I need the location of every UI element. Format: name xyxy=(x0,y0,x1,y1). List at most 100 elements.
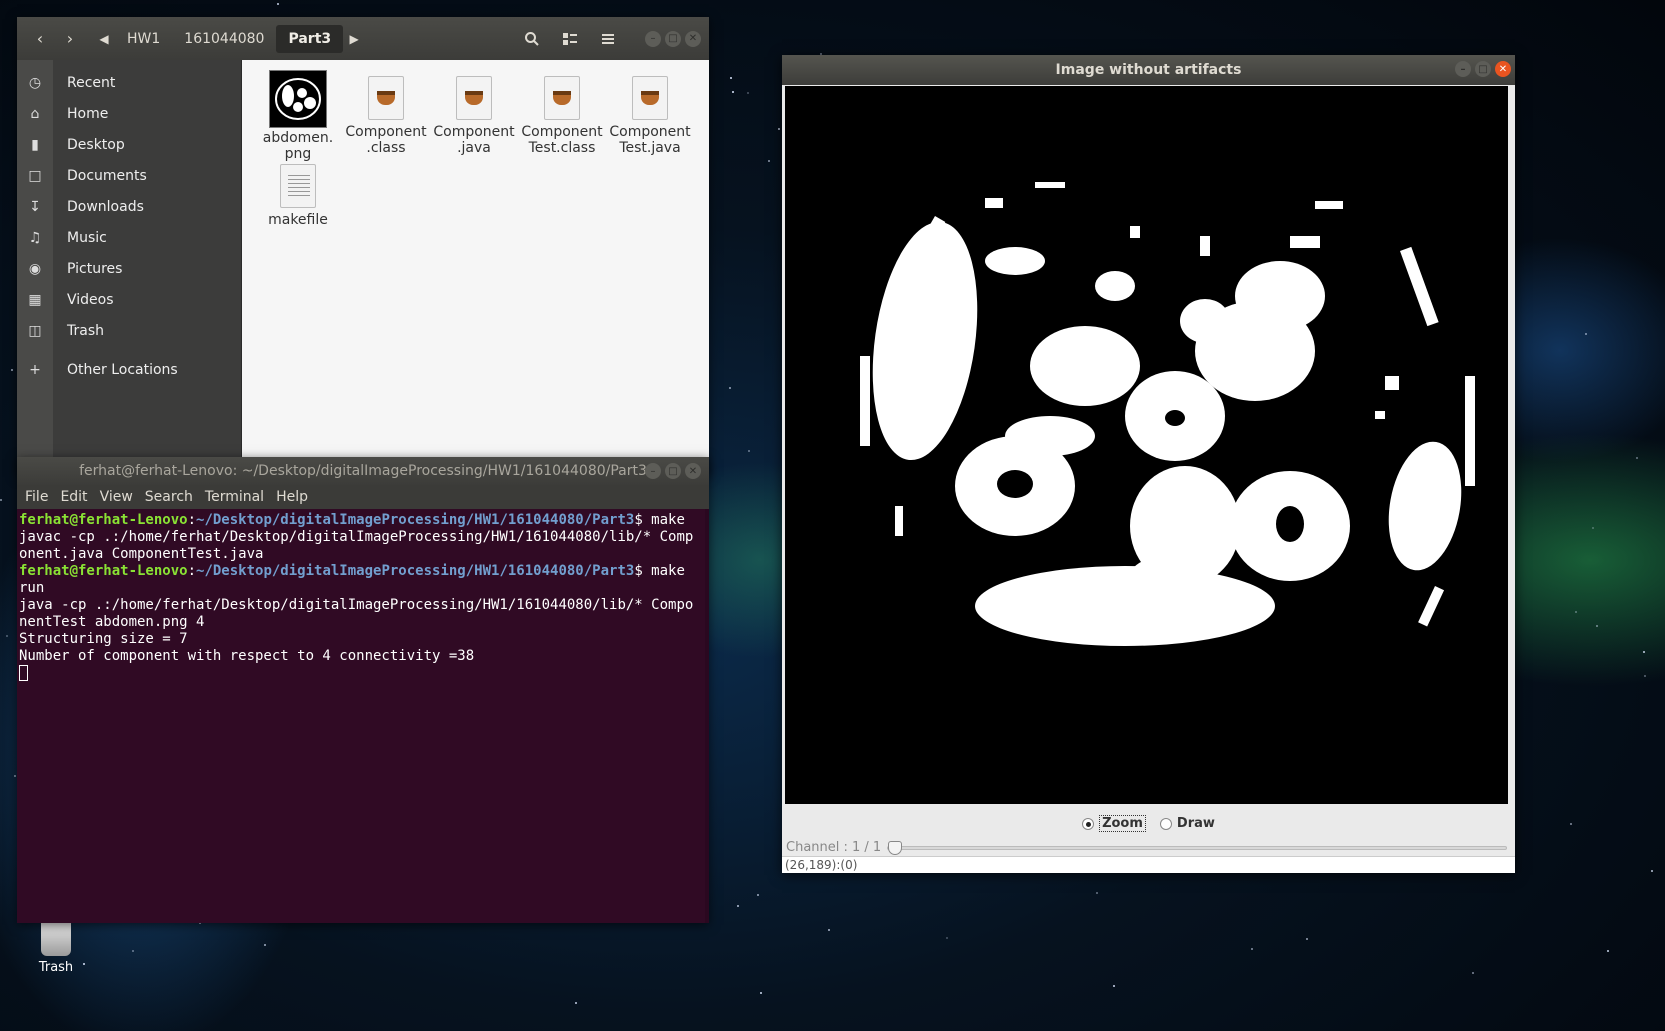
window-controls: – □ ✕ xyxy=(645,30,701,47)
star xyxy=(1636,457,1638,459)
status-bar: (26,189):(0) xyxy=(782,856,1515,873)
plus-icon: + xyxy=(29,361,41,378)
star xyxy=(760,992,762,994)
java-file-icon xyxy=(368,76,404,120)
star xyxy=(1575,611,1577,613)
sidebar-item-documents[interactable]: □ Documents xyxy=(17,160,241,191)
sidebar-item-pictures[interactable]: ◉ Pictures xyxy=(17,253,241,284)
forward-button[interactable]: › xyxy=(55,24,85,54)
star xyxy=(1643,651,1645,653)
file-item-component-java[interactable]: Component .java xyxy=(430,70,518,158)
text-file-icon xyxy=(280,164,316,208)
star xyxy=(1585,333,1587,335)
maximize-button[interactable]: □ xyxy=(665,30,681,47)
breadcrumb-left-arrow[interactable]: ◀ xyxy=(93,32,115,46)
file-manager-headerbar: ‹ › ◀ HW1 161044080 Part3 ▶ – □ ✕ xyxy=(17,17,709,60)
prompt-path: ~/Desktop/digitalImageProcessing/HW1/161… xyxy=(196,563,635,579)
image-viewer-window: Image without artifacts – □ ✕ Zoom Draw … xyxy=(782,55,1515,873)
image-canvas[interactable] xyxy=(785,86,1508,804)
list-view-icon xyxy=(563,32,577,45)
zoom-radio[interactable]: Zoom xyxy=(1082,815,1146,832)
command-output: run java -cp .:/home/ferhat/Desktop/digi… xyxy=(19,580,694,664)
star xyxy=(1651,870,1653,872)
view-toggle-button[interactable] xyxy=(555,24,585,54)
star xyxy=(1251,948,1253,950)
radio-selected-icon xyxy=(1082,817,1095,830)
java-file-icon xyxy=(456,76,492,120)
minimize-button[interactable]: – xyxy=(645,30,661,47)
file-item-makefile[interactable]: makefile xyxy=(254,158,342,246)
slider-thumb[interactable] xyxy=(888,840,903,855)
breadcrumb-right-arrow[interactable]: ▶ xyxy=(343,32,365,46)
star xyxy=(1592,527,1594,529)
sidebar-item-videos[interactable]: ▦ Videos xyxy=(17,284,241,315)
star xyxy=(1570,823,1572,825)
maximize-button[interactable]: □ xyxy=(1475,61,1491,77)
close-button[interactable]: ✕ xyxy=(685,463,701,479)
menu-edit[interactable]: Edit xyxy=(56,489,95,505)
star xyxy=(748,450,750,452)
clock-icon: ◷ xyxy=(28,74,42,91)
breadcrumb-hw1[interactable]: HW1 xyxy=(115,25,172,53)
menu-button[interactable] xyxy=(593,24,623,54)
menu-help[interactable]: Help xyxy=(272,489,316,505)
maximize-button[interactable]: □ xyxy=(665,463,681,479)
minimize-button[interactable]: – xyxy=(1455,61,1471,77)
breadcrumb-part3[interactable]: Part3 xyxy=(276,24,344,53)
draw-radio-label: Draw xyxy=(1176,816,1215,831)
file-item-componenttest-java[interactable]: Component Test.java xyxy=(606,70,694,158)
zoom-radio-label: Zoom xyxy=(1099,815,1146,832)
hamburger-icon xyxy=(602,33,614,44)
star xyxy=(768,160,770,162)
terminal-output[interactable]: ferhat@ferhat-Lenovo:~/Desktop/digitalIm… xyxy=(17,509,709,685)
star xyxy=(11,369,13,371)
star xyxy=(1596,625,1598,627)
star xyxy=(1607,950,1609,952)
image-viewer-title: Image without artifacts xyxy=(1055,62,1242,78)
star xyxy=(757,894,759,896)
star xyxy=(732,91,734,93)
star xyxy=(737,905,739,907)
prompt-user: ferhat@ferhat-Lenovo xyxy=(19,563,188,579)
star xyxy=(747,92,749,94)
desktop-trash[interactable]: Trash xyxy=(16,918,96,975)
home-icon: ⌂ xyxy=(30,105,40,122)
chevron-left-icon: ‹ xyxy=(36,29,44,48)
close-button[interactable]: ✕ xyxy=(685,30,701,47)
file-name: Component .class xyxy=(345,124,427,156)
desktop-trash-label: Trash xyxy=(38,960,74,975)
sidebar-item-other-locations[interactable]: + Other Locations xyxy=(17,354,241,385)
menu-terminal[interactable]: Terminal xyxy=(201,489,272,505)
breadcrumb: ◀ HW1 161044080 Part3 ▶ xyxy=(93,23,365,55)
trash-icon xyxy=(41,918,71,956)
close-button[interactable]: ✕ xyxy=(1495,61,1511,77)
music-icon: ♫ xyxy=(28,229,42,246)
channel-slider[interactable] xyxy=(887,840,1507,855)
breadcrumb-161044080[interactable]: 161044080 xyxy=(172,25,276,53)
menu-view[interactable]: View xyxy=(96,489,141,505)
sidebar-item-downloads[interactable]: ↧ Downloads xyxy=(17,191,241,222)
minimize-button[interactable]: – xyxy=(645,463,661,479)
sidebar-item-trash[interactable]: ◫ Trash xyxy=(17,315,241,346)
sidebar-item-recent[interactable]: ◷ Recent xyxy=(17,67,241,98)
file-name: Component .java xyxy=(433,124,515,156)
file-item-component-class[interactable]: Component .class xyxy=(342,70,430,158)
search-button[interactable] xyxy=(517,24,547,54)
sidebar-item-music[interactable]: ♫ Music xyxy=(17,222,241,253)
file-item-componenttest-class[interactable]: Component Test.class xyxy=(518,70,606,158)
menu-file[interactable]: File xyxy=(21,489,56,505)
menu-search[interactable]: Search xyxy=(141,489,201,505)
image-thumbnail-icon xyxy=(269,70,327,128)
star xyxy=(1472,972,1474,974)
sidebar-item-home[interactable]: ⌂ Home xyxy=(17,98,241,129)
sidebar-item-desktop[interactable]: ▮ Desktop xyxy=(17,129,241,160)
terminal-scrollbar[interactable] xyxy=(705,509,709,923)
draw-radio[interactable]: Draw xyxy=(1159,815,1215,832)
star xyxy=(1096,892,1098,894)
document-icon: □ xyxy=(28,167,42,184)
places-sidebar: ◷ Recent ⌂ Home ▮ Desktop □ Documents ↧ Downl… xyxy=(17,60,242,475)
star xyxy=(828,929,830,931)
folder-icon: ▮ xyxy=(31,136,39,153)
file-item-abdomen-png[interactable]: abdomen. png xyxy=(254,70,342,162)
back-button[interactable]: ‹ xyxy=(25,24,55,54)
